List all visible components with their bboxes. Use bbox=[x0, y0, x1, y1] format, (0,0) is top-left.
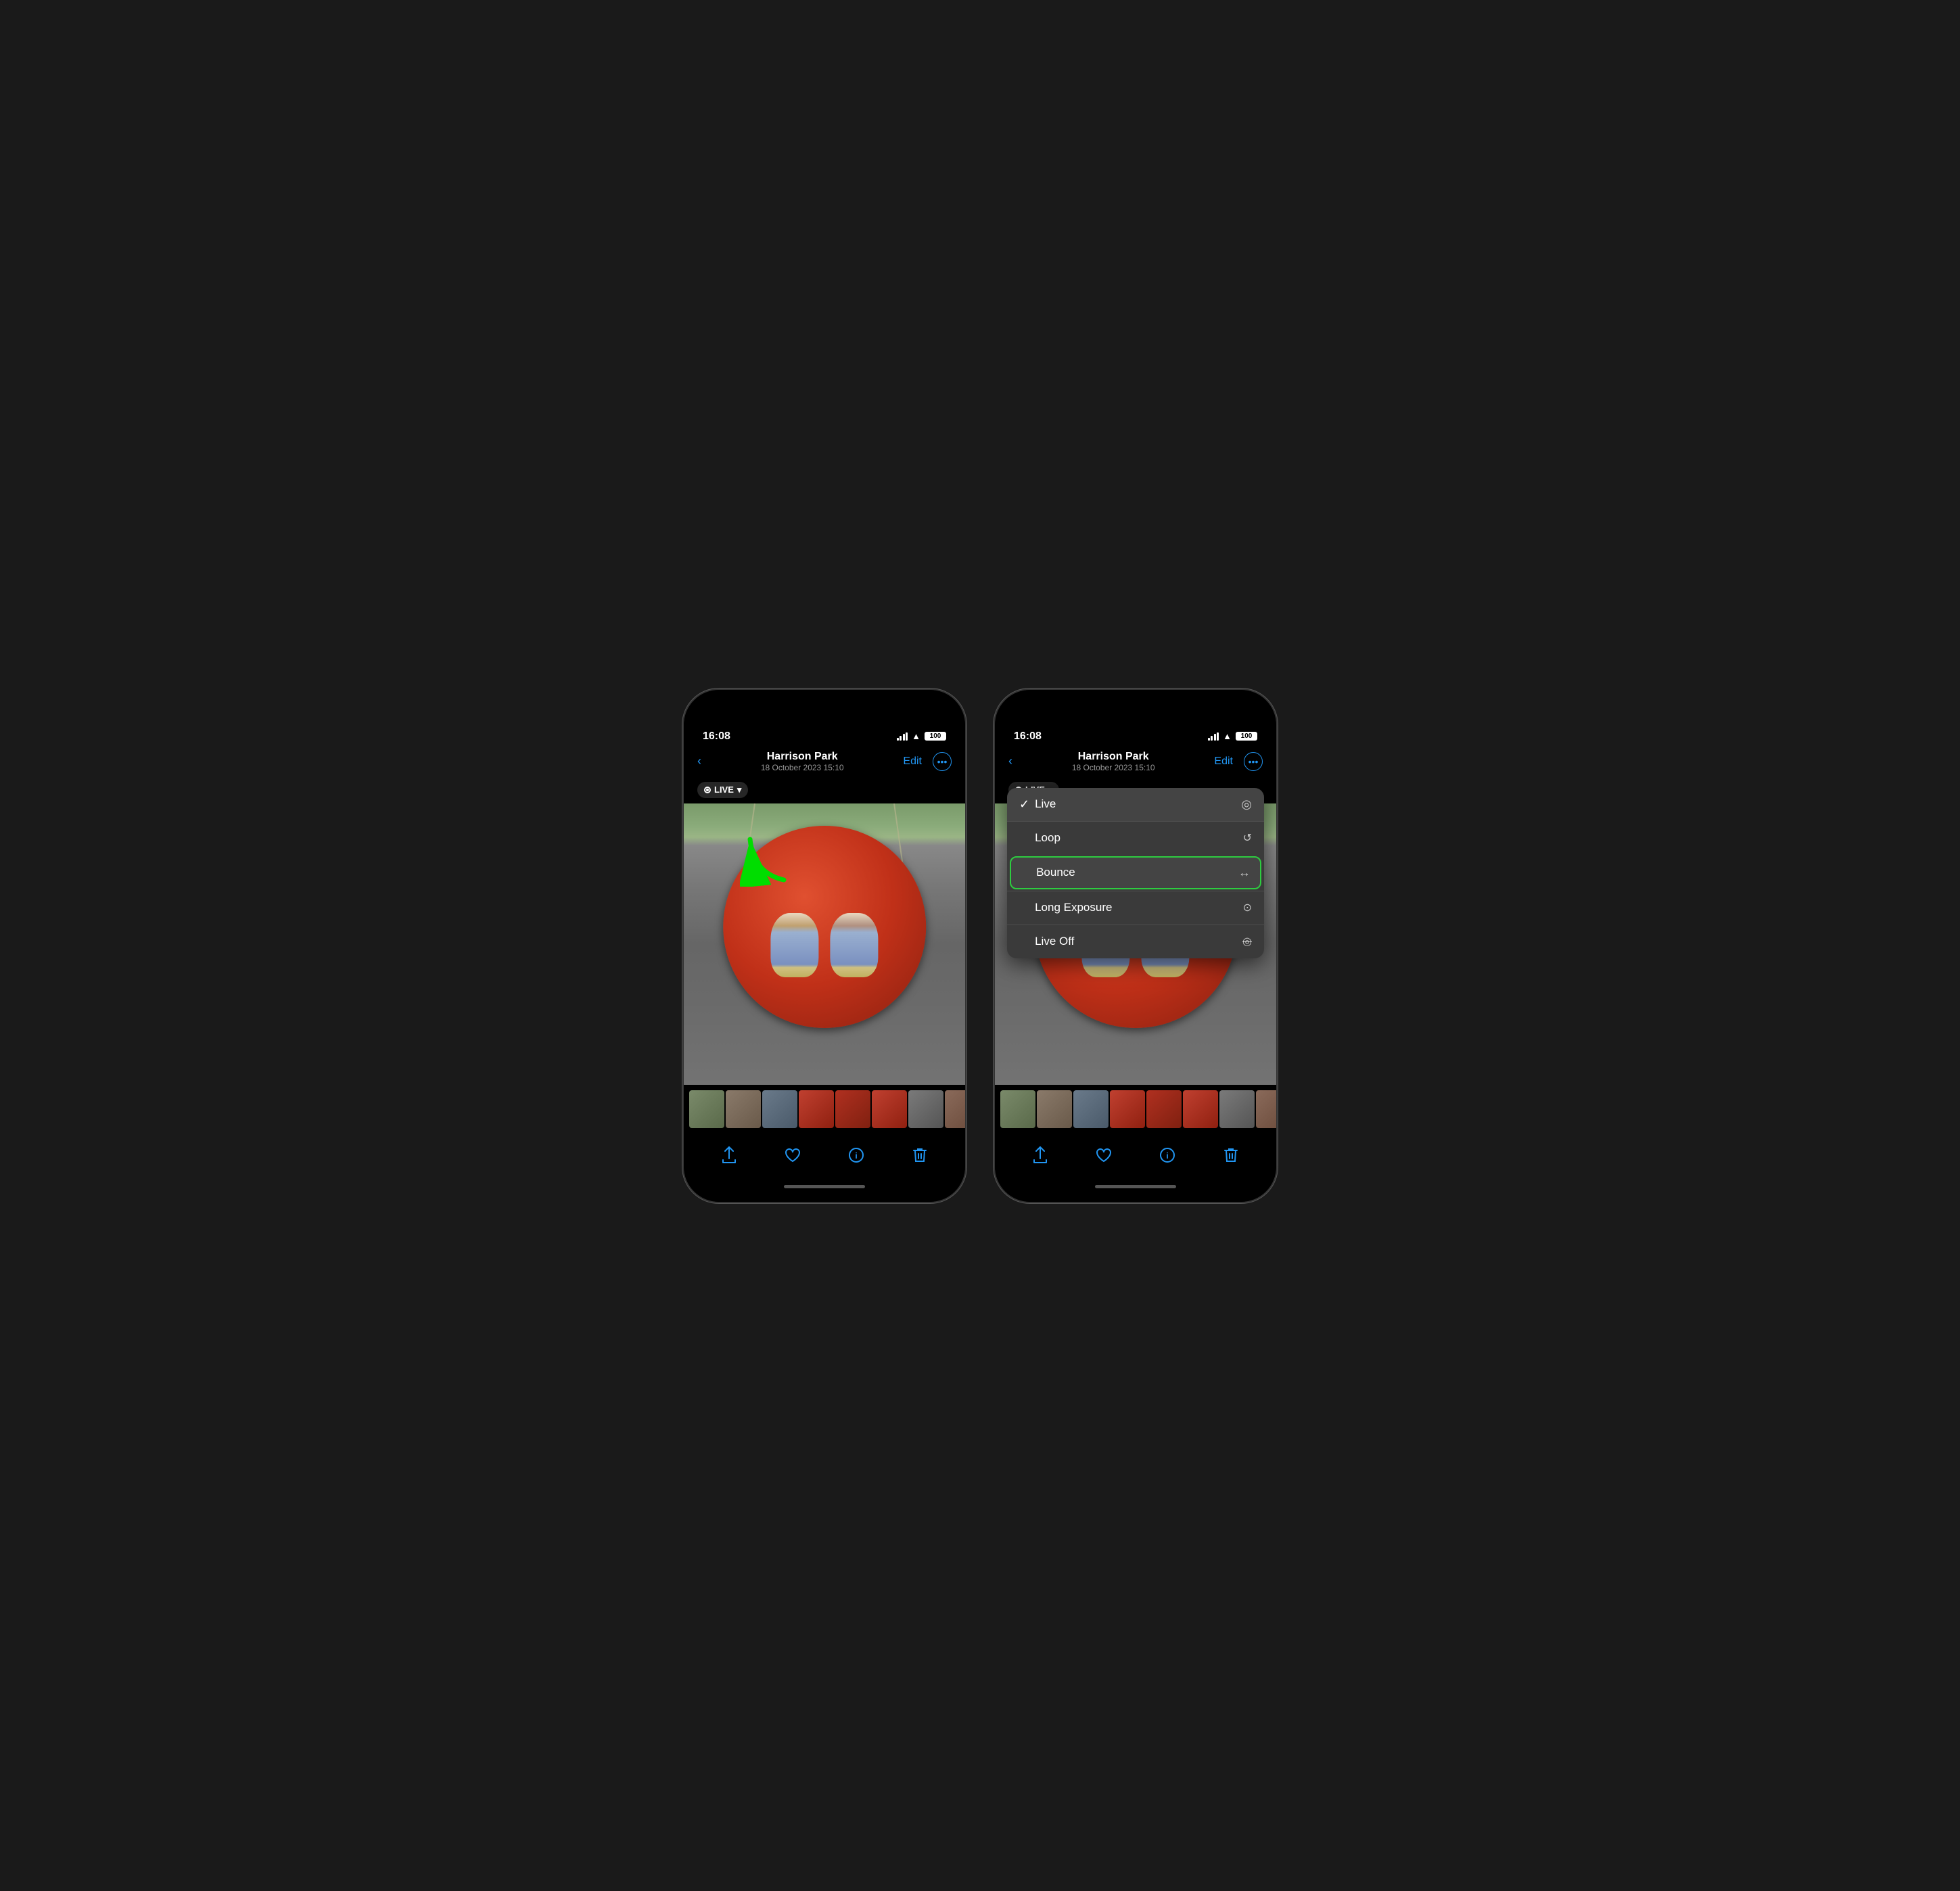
list-item[interactable] bbox=[799, 1090, 834, 1128]
list-item[interactable] bbox=[908, 1090, 943, 1128]
signal-icon bbox=[897, 732, 908, 741]
dynamic-island-right bbox=[1095, 698, 1176, 721]
back-button-left[interactable]: ‹ bbox=[697, 754, 701, 768]
list-item[interactable] bbox=[945, 1090, 965, 1128]
delete-button-left[interactable] bbox=[906, 1142, 933, 1169]
like-button-left[interactable] bbox=[779, 1142, 806, 1169]
list-item[interactable] bbox=[1037, 1090, 1072, 1128]
battery-icon-right: 100 bbox=[1236, 732, 1257, 741]
nav-bar-left: ‹ Harrison Park 18 October 2023 15:10 Ed… bbox=[684, 748, 965, 778]
check-placeholder-bounce: ✓ bbox=[1021, 866, 1031, 880]
thumbnails-left bbox=[684, 1090, 965, 1128]
dropdown-item-live-off[interactable]: ✓ Live Off ◎ bbox=[1007, 925, 1264, 958]
thumbnail-strip-left bbox=[684, 1085, 965, 1134]
edit-button-left[interactable]: Edit bbox=[903, 755, 922, 768]
live-off-mode-icon: ◎ bbox=[1242, 935, 1252, 948]
dynamic-island bbox=[784, 698, 865, 721]
loop-mode-icon: ↺ bbox=[1243, 831, 1252, 845]
back-button-right[interactable]: ‹ bbox=[1008, 754, 1012, 768]
dropdown-label-loop: Loop bbox=[1035, 831, 1243, 845]
check-placeholder-loop: ✓ bbox=[1019, 831, 1029, 845]
list-item[interactable] bbox=[762, 1090, 797, 1128]
dropdown-label-bounce: Bounce bbox=[1036, 866, 1238, 879]
list-item[interactable] bbox=[1146, 1090, 1182, 1128]
nav-bar-right: ‹ Harrison Park 18 October 2023 15:10 Ed… bbox=[995, 748, 1276, 778]
status-time-right: 16:08 bbox=[1014, 730, 1042, 743]
live-dropdown-menu: ✓ Live ◎ ✓ Loop ↺ ✓ Bounce ↔ ✓ Long Expo… bbox=[1007, 788, 1264, 958]
child-right bbox=[830, 913, 878, 978]
children-area bbox=[755, 913, 893, 978]
wifi-icon-right: ▲ bbox=[1223, 731, 1232, 741]
check-icon-live: ✓ bbox=[1019, 797, 1029, 812]
list-item[interactable] bbox=[726, 1090, 761, 1128]
like-button-right[interactable] bbox=[1090, 1142, 1117, 1169]
list-item[interactable] bbox=[1110, 1090, 1145, 1128]
nav-title-left: Harrison Park 18 October 2023 15:10 bbox=[761, 751, 844, 772]
signal-icon-right bbox=[1208, 732, 1219, 741]
list-item[interactable] bbox=[1219, 1090, 1255, 1128]
thumbnails-right bbox=[995, 1090, 1276, 1128]
share-button-right[interactable] bbox=[1027, 1142, 1054, 1169]
live-badge-left[interactable]: LIVE ▾ bbox=[697, 782, 748, 798]
list-item[interactable] bbox=[1256, 1090, 1276, 1128]
status-icons-right: ▲ 100 bbox=[1208, 731, 1257, 741]
long-exposure-mode-icon: ⊙ bbox=[1243, 901, 1252, 914]
live-dot-icon bbox=[704, 787, 711, 793]
home-indicator-left bbox=[684, 1180, 965, 1202]
home-indicator-right bbox=[995, 1180, 1276, 1202]
info-button-right[interactable]: i bbox=[1154, 1142, 1181, 1169]
dropdown-item-long-exposure[interactable]: ✓ Long Exposure ⊙ bbox=[1007, 891, 1264, 925]
more-button-left[interactable]: ••• bbox=[933, 752, 952, 771]
list-item[interactable] bbox=[1000, 1090, 1035, 1128]
status-icons-left: ▲ 100 bbox=[897, 731, 946, 741]
right-phone: 16:08 ▲ 100 ‹ Harrison Park bbox=[994, 688, 1278, 1203]
bounce-mode-icon: ↔ bbox=[1238, 866, 1251, 880]
wifi-icon: ▲ bbox=[912, 731, 920, 741]
dropdown-label-live-off: Live Off bbox=[1035, 935, 1242, 948]
more-button-right[interactable]: ••• bbox=[1244, 752, 1263, 771]
dropdown-item-loop[interactable]: ✓ Loop ↺ bbox=[1007, 821, 1264, 855]
live-mode-icon: ◎ bbox=[1241, 797, 1252, 812]
swing-disk bbox=[723, 826, 926, 1029]
child-left bbox=[771, 913, 819, 978]
thumbnail-strip-right bbox=[995, 1085, 1276, 1134]
check-placeholder-long-exposure: ✓ bbox=[1019, 901, 1029, 915]
bottom-toolbar-left: i bbox=[684, 1134, 965, 1180]
list-item[interactable] bbox=[872, 1090, 907, 1128]
photo-area-left bbox=[684, 803, 965, 1085]
delete-button-right[interactable] bbox=[1217, 1142, 1244, 1169]
dropdown-label-live: Live bbox=[1035, 797, 1241, 811]
live-badge-bar-left: LIVE ▾ bbox=[684, 778, 965, 803]
list-item[interactable] bbox=[835, 1090, 870, 1128]
svg-text:i: i bbox=[855, 1151, 857, 1161]
check-placeholder-live-off: ✓ bbox=[1019, 935, 1029, 949]
dropdown-label-long-exposure: Long Exposure bbox=[1035, 901, 1243, 914]
nav-actions-right: Edit ••• bbox=[1214, 752, 1263, 771]
edit-button-right[interactable]: Edit bbox=[1214, 755, 1233, 768]
photo-overlay-left bbox=[684, 803, 965, 1085]
nav-actions-left: Edit ••• bbox=[903, 752, 952, 771]
info-button-left[interactable]: i bbox=[843, 1142, 870, 1169]
list-item[interactable] bbox=[689, 1090, 724, 1128]
list-item[interactable] bbox=[1073, 1090, 1109, 1128]
share-button-left[interactable] bbox=[716, 1142, 743, 1169]
dropdown-item-bounce[interactable]: ✓ Bounce ↔ bbox=[1010, 856, 1261, 889]
left-phone: 16:08 ▲ 100 ‹ Harrison Park bbox=[682, 688, 966, 1203]
nav-title-right: Harrison Park 18 October 2023 15:10 bbox=[1072, 751, 1155, 772]
list-item[interactable] bbox=[1183, 1090, 1218, 1128]
battery-icon: 100 bbox=[925, 732, 946, 741]
home-bar-right bbox=[1095, 1185, 1176, 1188]
svg-text:i: i bbox=[1166, 1151, 1168, 1161]
status-time-left: 16:08 bbox=[703, 730, 730, 743]
home-bar-left bbox=[784, 1185, 865, 1188]
dropdown-item-live[interactable]: ✓ Live ◎ bbox=[1007, 788, 1264, 821]
bottom-toolbar-right: i bbox=[995, 1134, 1276, 1180]
